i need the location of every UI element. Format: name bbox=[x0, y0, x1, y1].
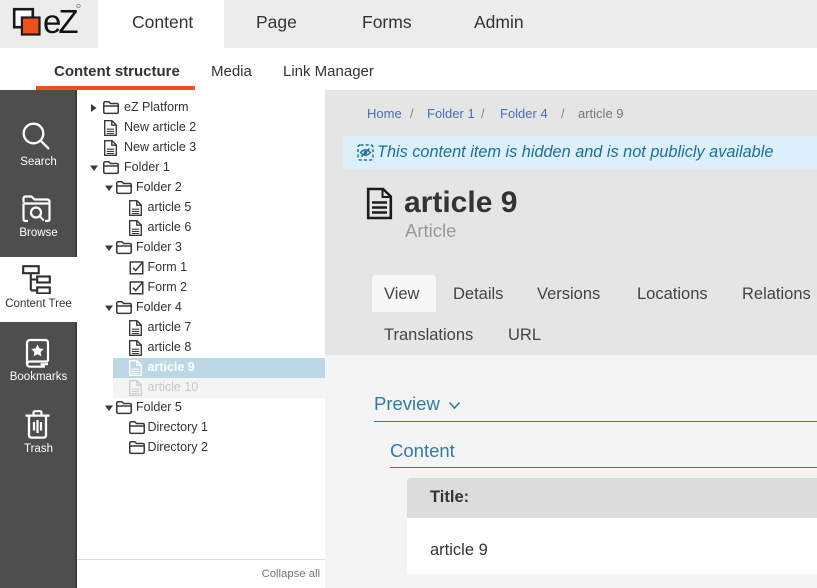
svg-text:eZ: eZ bbox=[43, 3, 78, 40]
